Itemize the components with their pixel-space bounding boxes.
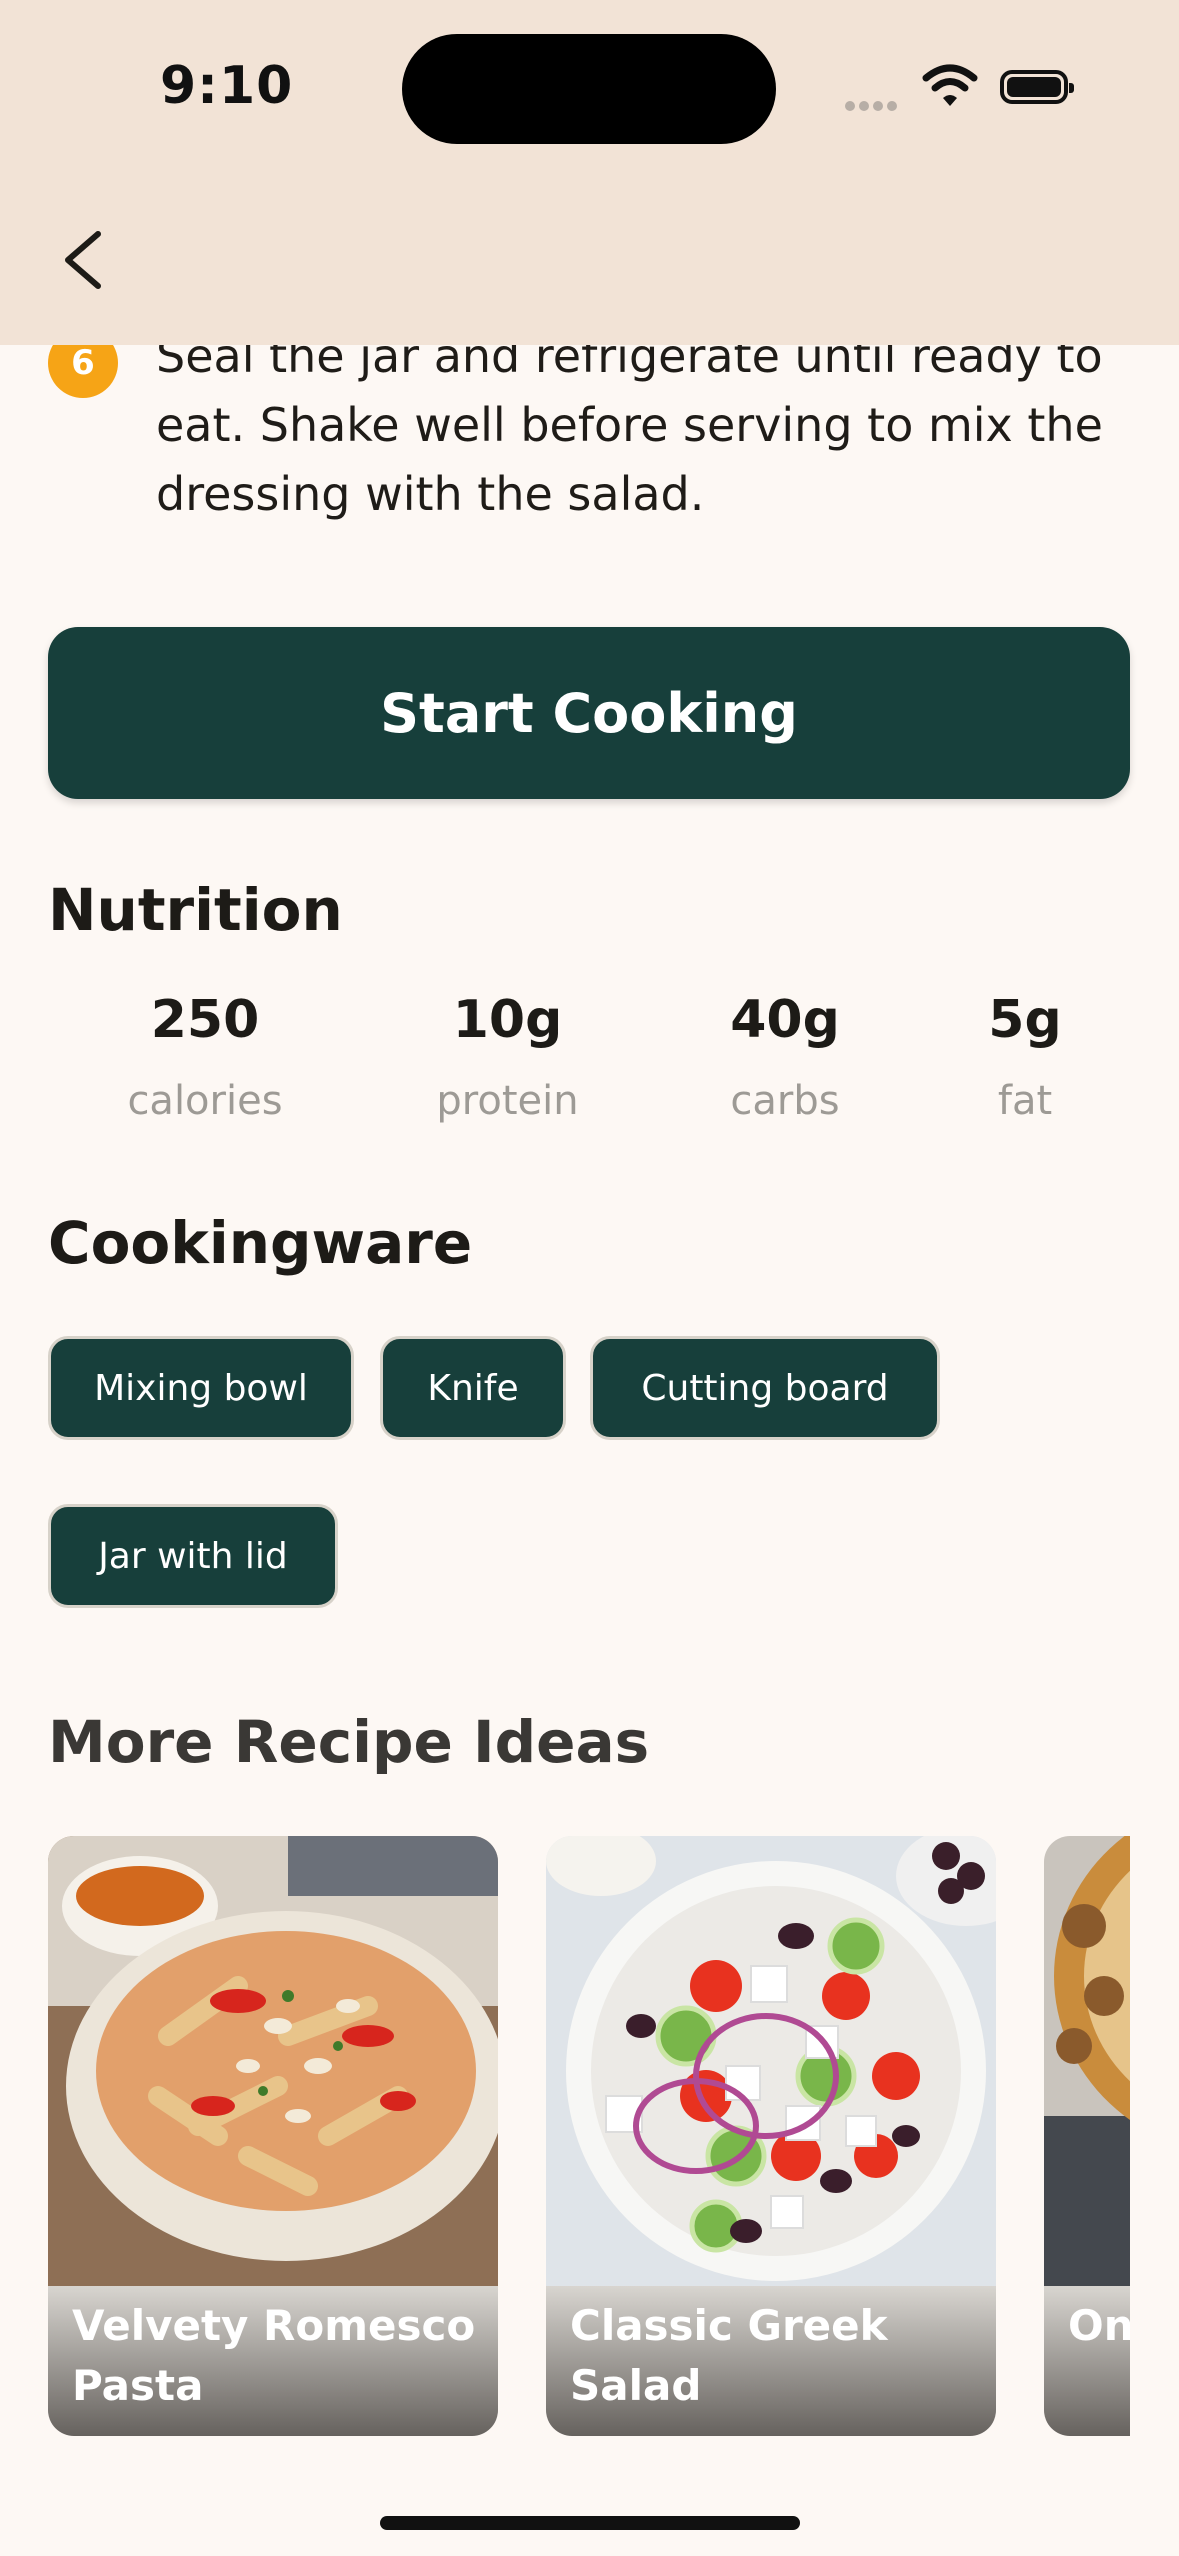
recipe-card-partial[interactable]: On — [1044, 1836, 1130, 2436]
cookingware-chip-mixing-bowl[interactable]: Mixing bowl — [48, 1336, 354, 1440]
back-chevron-icon[interactable] — [58, 228, 108, 292]
step-instruction-text: Seal the jar and refrigerate until ready… — [156, 329, 1103, 521]
battery-icon — [1000, 70, 1074, 104]
cookingware-chip-knife[interactable]: Knife — [380, 1336, 566, 1440]
nutrition-calories: 250 calories — [100, 990, 310, 1124]
wifi-icon — [922, 64, 978, 106]
nutrition-carbs: 40g carbs — [695, 990, 875, 1124]
more-recipe-ideas-heading: More Recipe Ideas — [48, 1708, 650, 1776]
cookingware-chip-jar-with-lid[interactable]: Jar with lid — [48, 1504, 338, 1608]
nutrition-value: 10g — [452, 990, 563, 1050]
nutrition-label: calories — [127, 1078, 283, 1124]
status-time: 9:10 — [160, 56, 294, 116]
recipe-image-greek-salad — [546, 1836, 996, 2286]
nutrition-value: 40g — [730, 990, 840, 1050]
recipe-carousel[interactable]: Velvety Romesco Pasta Classic Greek Sala… — [0, 1836, 1130, 2436]
cookingware-chip-cutting-board[interactable]: Cutting board — [590, 1336, 940, 1440]
recipe-image-tart — [1044, 1836, 1130, 2286]
cookingware-heading: Cookingware — [48, 1209, 473, 1277]
recipe-card-classic-greek-salad[interactable]: Classic Greek Salad — [546, 1836, 996, 2436]
nutrition-label: fat — [997, 1078, 1053, 1124]
recipe-card-title: Classic Greek Salad — [570, 2301, 888, 2410]
top-bar: 9:10 — [0, 0, 1179, 345]
nutrition-label: protein — [436, 1078, 579, 1124]
nutrition-protein: 10g protein — [405, 990, 610, 1124]
nutrition-label: carbs — [730, 1078, 840, 1124]
start-cooking-button[interactable]: Start Cooking — [48, 627, 1130, 799]
recipe-card-velvety-romesco-pasta[interactable]: Velvety Romesco Pasta — [48, 1836, 498, 2436]
home-indicator[interactable] — [380, 2516, 800, 2530]
recipe-image-pasta — [48, 1836, 498, 2286]
recipe-card-title: On — [1068, 2301, 1130, 2350]
nutrition-fat: 5g fat — [955, 990, 1095, 1124]
nutrition-value: 250 — [150, 990, 260, 1050]
recipe-card-title: Velvety Romesco Pasta — [72, 2301, 476, 2410]
dynamic-island — [402, 34, 776, 144]
nutrition-value: 5g — [988, 990, 1062, 1050]
nutrition-heading: Nutrition — [48, 876, 343, 944]
signal-icon — [845, 96, 901, 115]
